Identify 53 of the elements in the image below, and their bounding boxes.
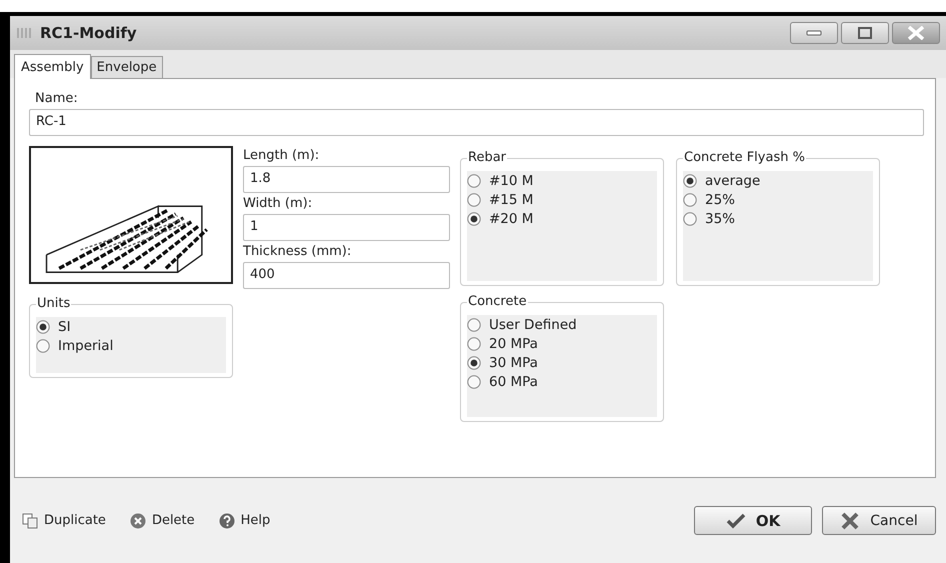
name-field[interactable]: RC-1 — [29, 109, 924, 136]
radio-button[interactable] — [683, 193, 697, 207]
tab[interactable]: Envelope — [90, 56, 163, 78]
option-label[interactable]: #15 M — [489, 192, 534, 208]
input-field[interactable]: 1.8 — [243, 166, 450, 193]
radio-button[interactable] — [467, 318, 481, 332]
maximize-icon — [858, 27, 872, 39]
radio-button[interactable] — [467, 174, 481, 188]
option-label[interactable]: 60 MPa — [489, 374, 538, 390]
copy-icon — [22, 512, 38, 528]
ok-button[interactable]: OK — [694, 506, 812, 535]
option-label[interactable]: Imperial — [58, 338, 114, 354]
radio-button[interactable] — [36, 339, 50, 353]
input-field[interactable]: 1 — [243, 214, 450, 241]
radio-button[interactable] — [683, 212, 697, 226]
radio-button[interactable] — [467, 356, 481, 370]
option-label[interactable]: 25% — [705, 192, 736, 208]
field-label: Thickness (mm): — [243, 244, 352, 259]
radio-button[interactable] — [467, 337, 481, 351]
radio-button[interactable] — [36, 320, 50, 334]
close-icon — [907, 26, 925, 40]
check-icon — [726, 512, 746, 528]
group-title: Concrete Flyash % — [683, 150, 806, 165]
action-link[interactable]: Help — [218, 512, 270, 528]
radio-button[interactable] — [467, 212, 481, 226]
option-label[interactable]: #20 M — [489, 211, 534, 227]
action-link[interactable]: Delete — [130, 512, 195, 528]
option-label[interactable]: User Defined — [489, 317, 577, 333]
radio-button[interactable] — [467, 375, 481, 389]
input-field[interactable]: 400 — [243, 262, 450, 289]
close-button[interactable] — [892, 22, 940, 44]
radio-button[interactable] — [683, 174, 697, 188]
option-label[interactable]: SI — [58, 319, 71, 335]
tab[interactable]: Assembly — [14, 54, 91, 79]
field-label: Width (m): — [243, 196, 314, 211]
option-label[interactable]: #10 M — [489, 173, 534, 189]
field-label: Length (m): — [243, 148, 320, 163]
cancel-button[interactable]: Cancel — [822, 506, 936, 535]
action-link[interactable]: Duplicate — [22, 512, 106, 528]
option-label[interactable]: 35% — [705, 211, 736, 227]
field-label: Name: — [35, 91, 78, 106]
option-label[interactable]: average — [705, 173, 760, 189]
radio-button[interactable] — [467, 193, 481, 207]
window-title: RC1-Modify — [40, 24, 137, 42]
delete-icon — [130, 512, 146, 528]
minimize-icon — [806, 30, 822, 36]
cancel-icon — [840, 512, 860, 530]
option-label[interactable]: 20 MPa — [489, 336, 538, 352]
help-icon — [218, 512, 235, 528]
minimize-button[interactable] — [790, 22, 838, 44]
option-label[interactable]: 30 MPa — [489, 355, 538, 371]
app-icon — [16, 27, 34, 39]
maximize-button[interactable] — [841, 22, 889, 44]
